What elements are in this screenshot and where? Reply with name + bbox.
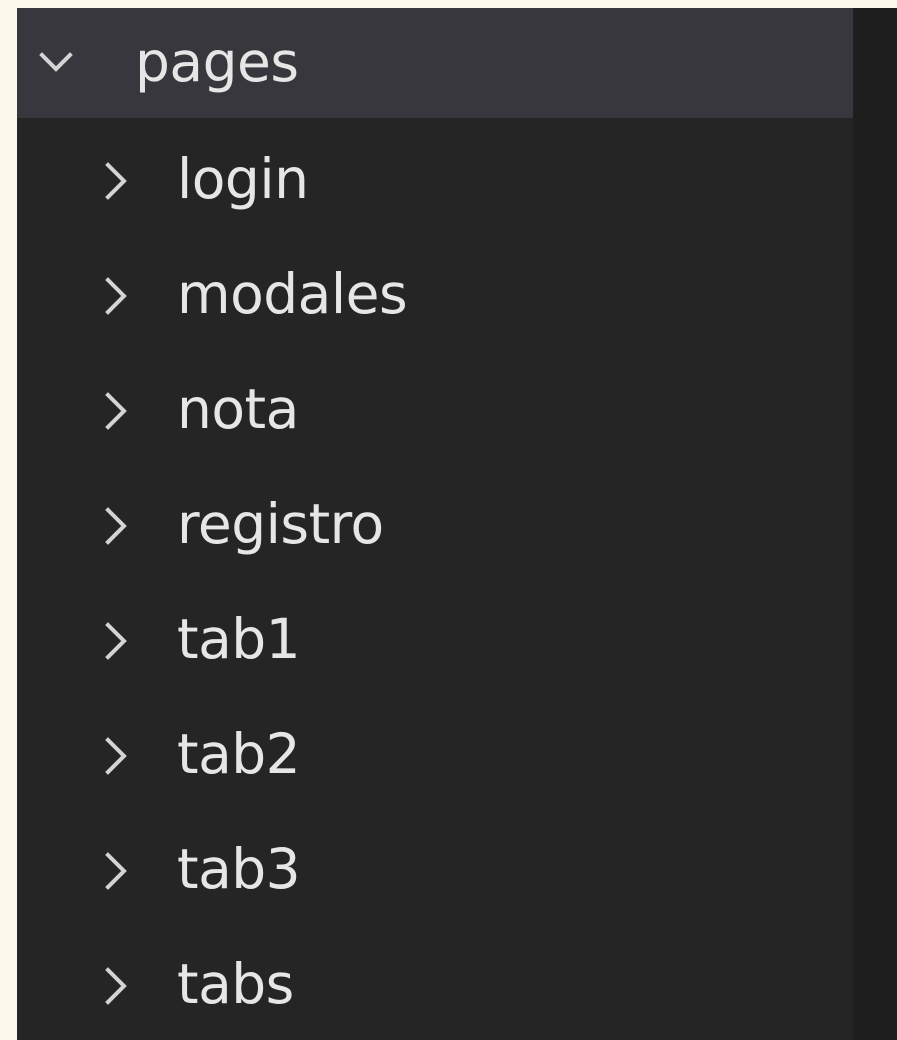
editor-window: pages login modales nota registro tab1 t… xyxy=(17,8,897,1040)
tree-item-label: tabs xyxy=(177,952,294,1016)
chevron-right-icon xyxy=(105,277,127,315)
chevron-right-icon xyxy=(105,507,127,545)
tree-item-nota[interactable]: nota xyxy=(17,354,853,469)
tree-item-label: tab2 xyxy=(177,722,301,786)
chevron-right-icon xyxy=(105,392,127,430)
tree-item-tab2[interactable]: tab2 xyxy=(17,699,853,814)
editor-area xyxy=(853,8,897,1040)
tree-item-label: tab1 xyxy=(177,607,301,671)
chevron-right-icon xyxy=(105,737,127,775)
tree-item-login[interactable]: login xyxy=(17,124,853,239)
folder-label: pages xyxy=(135,30,299,94)
tree-item-registro[interactable]: registro xyxy=(17,469,853,584)
tree-item-tabs[interactable]: tabs xyxy=(17,929,853,1040)
tree-item-label: login xyxy=(177,147,309,211)
tree-item-tab1[interactable]: tab1 xyxy=(17,584,853,699)
folder-pages[interactable]: pages xyxy=(17,8,853,118)
tree-item-label: modales xyxy=(177,262,408,326)
folder-tree: login modales nota registro tab1 tab2 ta… xyxy=(17,124,853,1040)
chevron-right-icon xyxy=(105,852,127,890)
tree-item-label: registro xyxy=(177,492,384,556)
explorer-panel: pages login modales nota registro tab1 t… xyxy=(17,8,853,1040)
tree-item-modales[interactable]: modales xyxy=(17,239,853,354)
chevron-right-icon xyxy=(105,162,127,200)
tree-item-tab3[interactable]: tab3 xyxy=(17,814,853,929)
chevron-right-icon xyxy=(105,622,127,660)
tree-item-label: nota xyxy=(177,377,299,441)
chevron-right-icon xyxy=(105,967,127,1005)
chevron-down-icon xyxy=(39,52,73,72)
tree-item-label: tab3 xyxy=(177,837,301,901)
